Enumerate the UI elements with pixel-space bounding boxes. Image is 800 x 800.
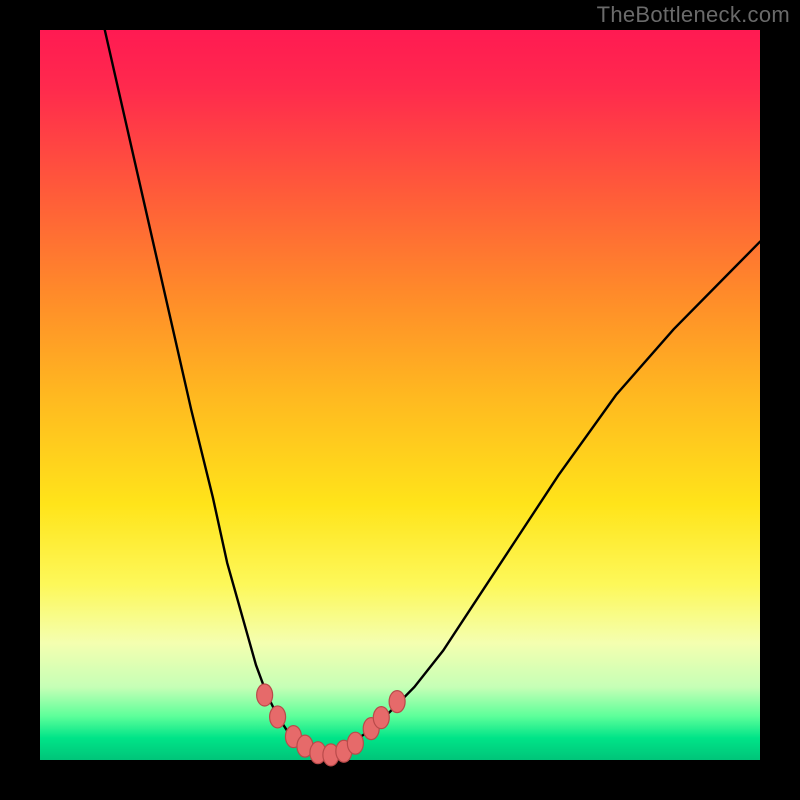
watermark-text: TheBottleneck.com xyxy=(597,2,790,28)
marker-bead xyxy=(389,691,405,713)
marker-group xyxy=(257,684,405,766)
marker-bead xyxy=(257,684,273,706)
chart-canvas: TheBottleneck.com xyxy=(0,0,800,800)
gradient-plot-area xyxy=(40,30,760,760)
marker-bead xyxy=(270,706,286,728)
curve-left-branch xyxy=(105,30,328,756)
curve-right-branch xyxy=(328,242,760,757)
curve-layer xyxy=(40,30,760,760)
marker-bead xyxy=(347,732,363,754)
marker-bead xyxy=(373,707,389,729)
